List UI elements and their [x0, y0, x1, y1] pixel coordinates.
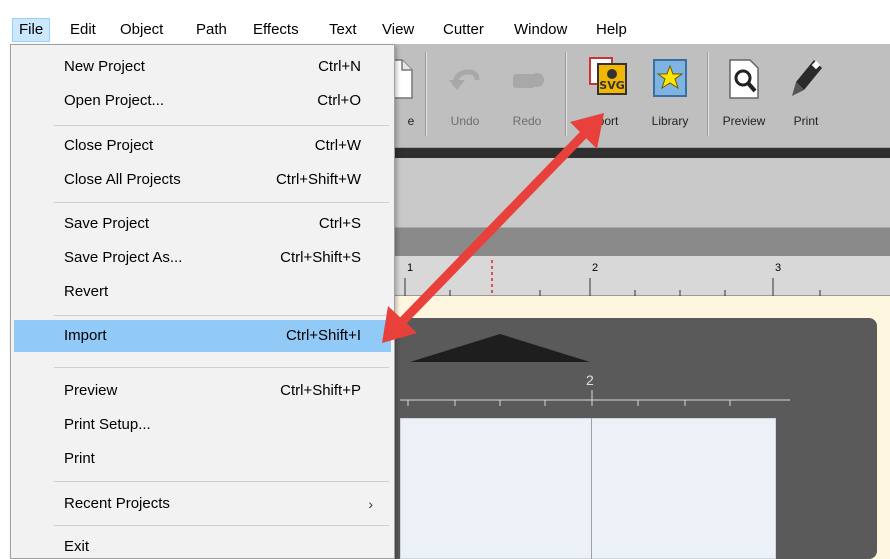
mat-ruler-ticks — [400, 390, 790, 406]
redo-button[interactable]: Redo — [498, 50, 556, 140]
menu-item-close-all-projects[interactable]: Close All Projects Ctrl+Shift+W — [14, 164, 391, 196]
undo-label: Undo — [450, 114, 480, 128]
chevron-right-icon: › — [368, 496, 373, 512]
pen-cutter-icon — [792, 60, 822, 96]
menu-item-shortcut: Ctrl+S — [318, 215, 361, 232]
undo-button[interactable]: Undo — [436, 50, 494, 140]
menu-item-save-project[interactable]: Save Project Ctrl+S — [14, 208, 391, 240]
menu-item-revert[interactable]: Revert — [14, 276, 391, 308]
ruler-tick-label: 2 — [592, 262, 599, 274]
horizontal-ruler: 1 2 3 — [395, 256, 890, 296]
redo-icon — [513, 73, 544, 88]
document-tab-strip — [395, 228, 890, 256]
menu-item-shortcut: Ctrl+Shift+P — [280, 382, 361, 399]
menu-item-label: Open Project... — [64, 92, 165, 109]
menu-item-label: Exit — [64, 538, 90, 555]
library-label: Library — [651, 114, 689, 128]
print-label: Print — [793, 114, 819, 128]
import-label: port — [597, 114, 619, 128]
menu-item-label: Revert — [64, 283, 109, 300]
menu-separator — [54, 481, 389, 482]
menu-separator — [54, 125, 389, 126]
menu-file[interactable]: File — [12, 18, 51, 42]
menu-window[interactable]: Window — [508, 18, 573, 42]
menu-item-label: Print Setup... — [64, 416, 151, 433]
import-button[interactable]: SVG port — [579, 50, 637, 140]
mat-header-triangle — [410, 334, 590, 362]
menu-item-exit[interactable]: Exit — [14, 531, 391, 559]
menu-edit[interactable]: Edit — [64, 18, 102, 42]
menu-view[interactable]: View — [376, 18, 420, 42]
toolbar-separator — [425, 52, 426, 136]
redo-label: Redo — [512, 114, 542, 128]
menu-item-shortcut: Ctrl+Shift+W — [275, 171, 361, 188]
menu-item-print-setup[interactable]: Print Setup... — [14, 409, 391, 441]
file-menu-dropdown: New Project Ctrl+N Open Project... Ctrl+… — [10, 44, 395, 559]
menu-item-label: Save Project — [64, 215, 150, 232]
menu-item-label: Close Project — [64, 137, 154, 154]
toolbar-divider-band — [395, 148, 890, 158]
menu-item-recent-projects[interactable]: Recent Projects › — [14, 488, 391, 520]
ruler-ticks — [404, 260, 821, 296]
menu-item-import[interactable]: Import Ctrl+Shift+I — [14, 320, 391, 352]
menu-cutter[interactable]: Cutter — [437, 18, 490, 42]
undo-icon — [449, 69, 480, 90]
properties-panel — [395, 158, 890, 228]
document-page[interactable] — [400, 418, 776, 559]
library-button[interactable]: Library — [641, 50, 699, 140]
toolbar: e Undo Redo SVG port Library Preview Pri… — [379, 44, 890, 148]
menu-item-preview[interactable]: Preview Ctrl+Shift+P — [14, 375, 391, 407]
menu-item-close-project[interactable]: Close Project Ctrl+W — [14, 130, 391, 162]
menu-item-label: Close All Projects — [64, 171, 181, 188]
page-guide-line — [591, 418, 592, 559]
menu-item-shortcut: Ctrl+Shift+I — [285, 327, 361, 344]
menu-path[interactable]: Path — [190, 18, 233, 42]
toolbar-separator — [707, 52, 708, 136]
menu-item-print[interactable]: Print — [14, 443, 391, 475]
ruler-tick-label: 1 — [407, 262, 414, 274]
star-library-icon — [653, 59, 687, 97]
svg-import-icon: SVG — [589, 57, 627, 95]
menu-item-label: Recent Projects — [64, 495, 170, 512]
print-button[interactable]: Print — [777, 50, 835, 140]
preview-label: Preview — [722, 114, 766, 128]
menu-help[interactable]: Help — [590, 18, 633, 42]
menu-separator — [54, 525, 389, 526]
menu-separator — [54, 202, 389, 203]
menu-item-save-project-as[interactable]: Save Project As... Ctrl+Shift+S — [14, 242, 391, 274]
menu-object[interactable]: Object — [114, 18, 169, 42]
menu-item-label: Import — [64, 327, 107, 344]
menu-item-shortcut: Ctrl+Shift+S — [280, 249, 361, 266]
menu-item-label: Save Project As... — [64, 249, 183, 266]
menu-bar: File Edit Object Path Effects Text View … — [0, 0, 890, 44]
menu-item-shortcut: Ctrl+N — [318, 58, 361, 75]
preview-button[interactable]: Preview — [715, 50, 773, 140]
svg-text:SVG: SVG — [599, 79, 624, 92]
menu-item-label: Print — [64, 450, 95, 467]
menu-item-new-project[interactable]: New Project Ctrl+N — [14, 51, 391, 83]
magnifier-page-icon — [729, 59, 759, 99]
toolbar-separator — [565, 52, 566, 136]
menu-item-shortcut: Ctrl+W — [314, 137, 361, 154]
menu-separator — [54, 315, 389, 316]
menu-separator — [54, 367, 389, 368]
menu-effects[interactable]: Effects — [247, 18, 305, 42]
menu-item-shortcut: Ctrl+O — [317, 92, 361, 109]
menu-item-open-project[interactable]: Open Project... Ctrl+O — [14, 85, 391, 117]
ruler-tick-label: 3 — [775, 262, 782, 274]
menu-text[interactable]: Text — [323, 18, 363, 42]
mat-ruler-tick-label: 2 — [586, 372, 594, 388]
mat-ruler: 2 — [400, 366, 790, 410]
toolbar-label: e — [407, 114, 415, 128]
menu-item-label: Preview — [64, 382, 118, 399]
menu-item-label: New Project — [64, 58, 145, 75]
